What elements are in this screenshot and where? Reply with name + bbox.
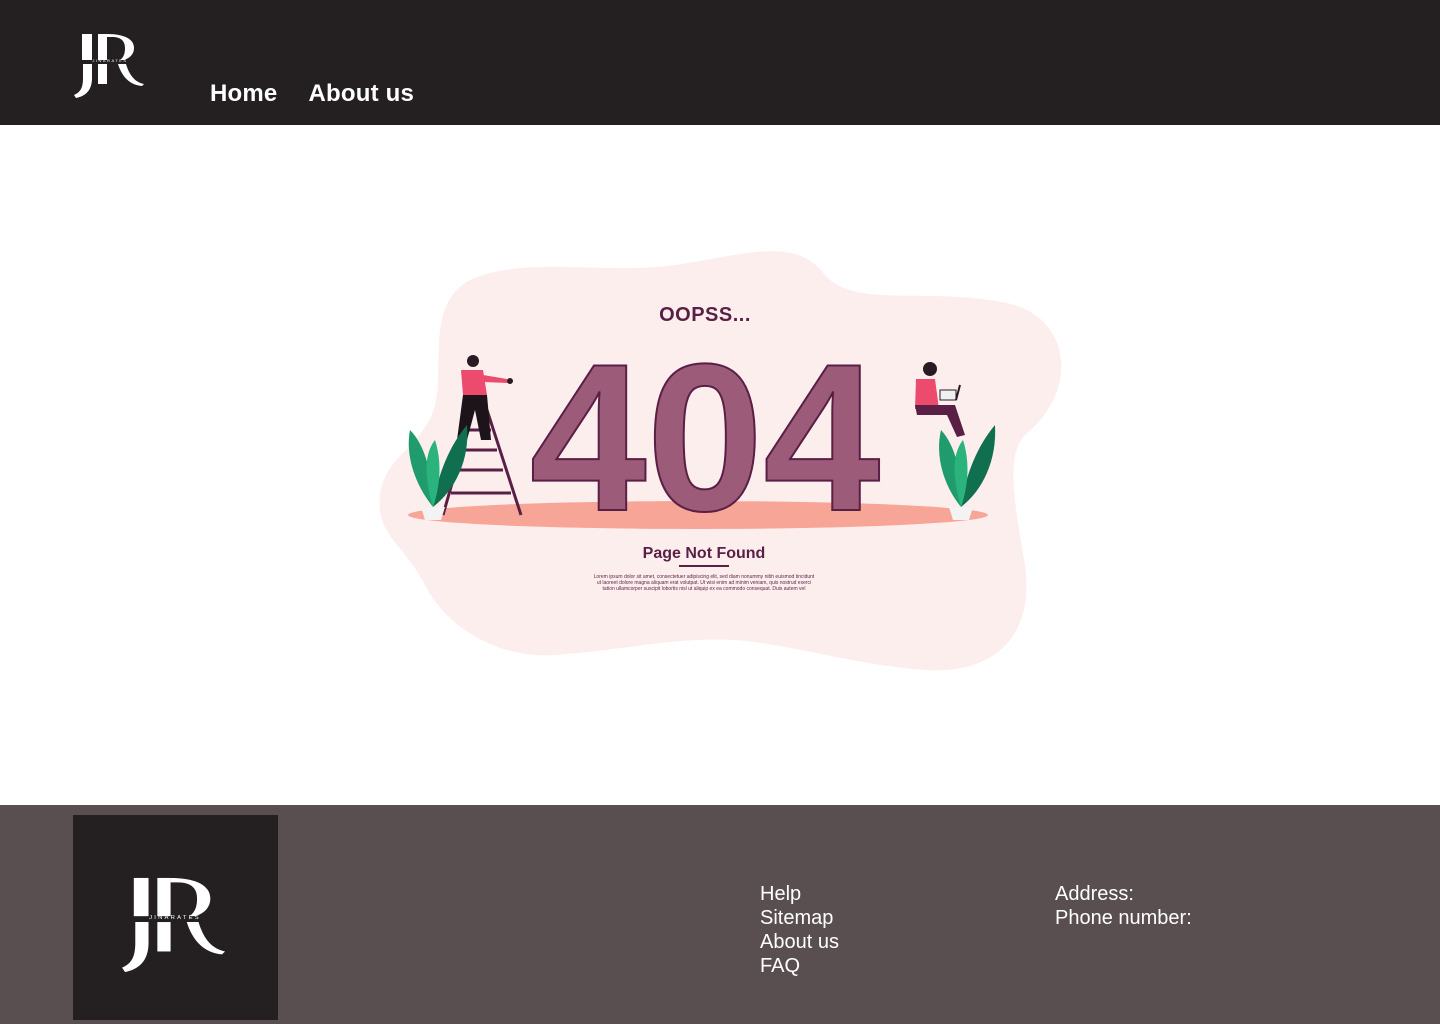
nav-about-us[interactable]: About us <box>308 80 414 108</box>
main-content: OOPSS... 404 Page Not Found Lorem ipsum … <box>0 125 1440 805</box>
site-header: JINARATES Home About us <box>0 0 1440 125</box>
site-footer: JINARATES Help Sitemap About us FAQ Addr… <box>0 805 1440 1024</box>
svg-text:JINARATES: JINARATES <box>149 915 201 921</box>
footer-link-help[interactable]: Help <box>760 882 839 906</box>
footer-link-faq[interactable]: FAQ <box>760 954 839 978</box>
nav-home[interactable]: Home <box>210 80 277 108</box>
body-line-3: tation ullamcorper suscipit lobortis nis… <box>603 586 806 592</box>
phone-label: Phone number: <box>1055 907 1192 929</box>
footer-links: Help Sitemap About us FAQ <box>760 882 839 978</box>
jr-logo-icon: JINARATES <box>122 877 225 973</box>
site-logo[interactable]: JINARATES <box>74 32 146 100</box>
error-code: 404 <box>530 320 880 555</box>
footer-contact: Address: Phone number: <box>1055 882 1192 930</box>
footer-link-about-us[interactable]: About us <box>760 930 839 954</box>
page-not-found-title: Page Not Found <box>643 545 766 562</box>
address-label: Address: <box>1055 883 1134 905</box>
main-nav: Home About us <box>210 80 414 108</box>
footer-link-sitemap[interactable]: Sitemap <box>760 906 839 930</box>
jr-logo-icon: JINARATES <box>74 34 144 98</box>
footer-logo[interactable]: JINARATES <box>73 815 278 1020</box>
page-not-found-illustration: OOPSS... 404 Page Not Found Lorem ipsum … <box>379 251 1062 671</box>
svg-text:JINARATES: JINARATES <box>92 58 127 63</box>
title-underline <box>679 565 729 567</box>
